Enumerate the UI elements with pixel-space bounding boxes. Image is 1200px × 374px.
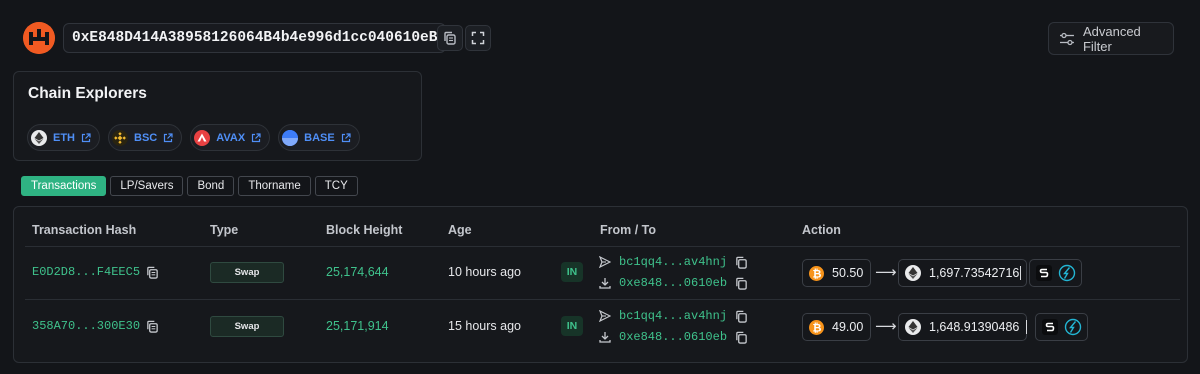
input-amount: ₿ 49.00 [802, 313, 872, 341]
column-header-age: Age [448, 223, 472, 237]
copy-icon[interactable] [735, 331, 748, 344]
tab-bond[interactable]: Bond [187, 176, 235, 196]
chain-explorers-title: Chain Explorers [28, 85, 147, 102]
output-amount-value: 1,697.73542716 [929, 266, 1020, 280]
tab-bar: Transactions LP/Savers Bond Thorname TCY [21, 176, 358, 196]
external-link-icon [252, 132, 261, 142]
app-logo[interactable] [23, 22, 55, 54]
to-address-link[interactable]: 0xe848...0610eb [619, 330, 727, 344]
external-link-icon [81, 132, 91, 142]
direction-badge: IN [561, 316, 583, 336]
explorer-link-bsc[interactable]: BSC [108, 124, 183, 151]
download-icon [599, 278, 611, 289]
copy-icon[interactable] [735, 277, 748, 290]
svg-text:₿: ₿ [813, 268, 822, 279]
swap-arrow-icon: ⟶ [875, 264, 897, 281]
external-link-icon [341, 132, 351, 142]
header-divider [25, 246, 1180, 247]
top-bar: 0xE848D414A38958126064B4b4e996d1cc040610… [0, 0, 1200, 70]
thorchain-icon [1058, 264, 1075, 282]
tx-hash-link[interactable]: 358A70...300E30 [32, 319, 140, 333]
copy-icon [444, 31, 456, 45]
block-height-link[interactable]: 25,174,644 [326, 265, 389, 279]
explorer-label-avax: AVAX [216, 131, 246, 144]
send-icon [599, 256, 611, 268]
output-amount: 1,697.73542716 [898, 259, 1028, 287]
to-address-link[interactable]: 0xe848...0610eb [619, 276, 727, 290]
logo-icon [23, 22, 55, 54]
thorswap-icon [1035, 265, 1052, 281]
advanced-filter-button[interactable]: Advanced Filter [1048, 22, 1174, 55]
advanced-filter-label: Advanced Filter [1082, 23, 1141, 54]
thorswap-icon [1041, 319, 1058, 335]
tx-hash-cell: E0D2D8...F4EEC5 [32, 265, 159, 279]
block-height-link[interactable]: 25,171,914 [326, 319, 389, 333]
from-address-link[interactable]: bc1qq4...av4hnj [619, 255, 727, 269]
provider-badges [1035, 313, 1088, 341]
svg-text:₿: ₿ [813, 322, 822, 333]
btc-icon: ₿ [809, 319, 824, 335]
output-amount: 1,648.91390486 [898, 313, 1028, 341]
base-icon [282, 129, 299, 146]
tab-lp-savers[interactable]: LP/Savers [110, 176, 184, 196]
expand-icon [471, 31, 485, 45]
column-header-block: Block Height [326, 223, 403, 237]
explorer-label-eth: ETH [53, 131, 75, 144]
expand-button[interactable] [465, 25, 491, 51]
tx-age: 15 hours ago [448, 319, 521, 333]
to-address-row: 0xe848...0610eb [599, 330, 748, 344]
copy-address-button[interactable] [437, 25, 463, 51]
column-header-action: Action [802, 223, 841, 237]
avax-icon [194, 129, 211, 146]
chain-explorers-card: Chain Explorers ETH BSC AVAX BASE [13, 71, 422, 161]
input-amount-value: 49.00 [832, 320, 864, 334]
tab-tcy[interactable]: TCY [314, 176, 358, 196]
input-amount-value: 50.50 [832, 266, 864, 280]
copy-icon[interactable] [735, 256, 748, 269]
output-amount-value: 1,648.91390486 [929, 320, 1020, 334]
separator [1026, 320, 1027, 334]
copy-icon[interactable] [735, 310, 748, 323]
explorer-label-base: BASE [304, 131, 335, 144]
btc-icon: ₿ [809, 265, 824, 281]
eth-icon [31, 129, 47, 146]
tx-hash-link[interactable]: E0D2D8...F4EEC5 [32, 265, 140, 279]
eth-icon [905, 265, 921, 281]
swap-arrow-icon: ⟶ [875, 318, 897, 335]
bsc-icon [112, 129, 128, 146]
direction-badge: IN [561, 262, 583, 282]
copy-icon[interactable] [146, 266, 159, 279]
explorer-label-bsc: BSC [134, 131, 158, 144]
tx-type-badge: Swap [210, 316, 284, 337]
tx-age: 10 hours ago [448, 265, 521, 279]
from-address-row: bc1qq4...av4hnj [599, 309, 748, 323]
send-icon [599, 310, 611, 322]
tx-type-badge: Swap [210, 262, 284, 283]
explorer-link-eth[interactable]: ETH [27, 124, 100, 151]
column-header-hash: Transaction Hash [32, 223, 137, 237]
eth-icon [905, 319, 921, 335]
explorer-link-avax[interactable]: AVAX [190, 124, 271, 151]
copy-icon[interactable] [146, 320, 159, 333]
column-header-type: Type [210, 223, 239, 237]
external-link-icon [164, 132, 173, 142]
row-divider [25, 299, 1180, 300]
from-address-link[interactable]: bc1qq4...av4hnj [619, 309, 727, 323]
download-icon [599, 332, 611, 343]
explorer-link-base[interactable]: BASE [278, 124, 360, 151]
to-address-row: 0xe848...0610eb [599, 276, 748, 290]
filter-sliders-icon [1059, 32, 1074, 45]
column-header-from-to: From / To [600, 223, 657, 237]
provider-badges [1029, 259, 1082, 287]
from-address-row: bc1qq4...av4hnj [599, 255, 748, 269]
wallet-address: 0xE848D414A38958126064B4b4e996d1cc040610… [63, 23, 447, 53]
input-amount: ₿ 50.50 [802, 259, 872, 287]
tab-transactions[interactable]: Transactions [21, 176, 107, 196]
separator [1020, 266, 1021, 280]
tx-hash-cell: 358A70...300E30 [32, 319, 159, 333]
tab-thorname[interactable]: Thorname [238, 176, 311, 196]
thorchain-icon [1064, 318, 1081, 336]
